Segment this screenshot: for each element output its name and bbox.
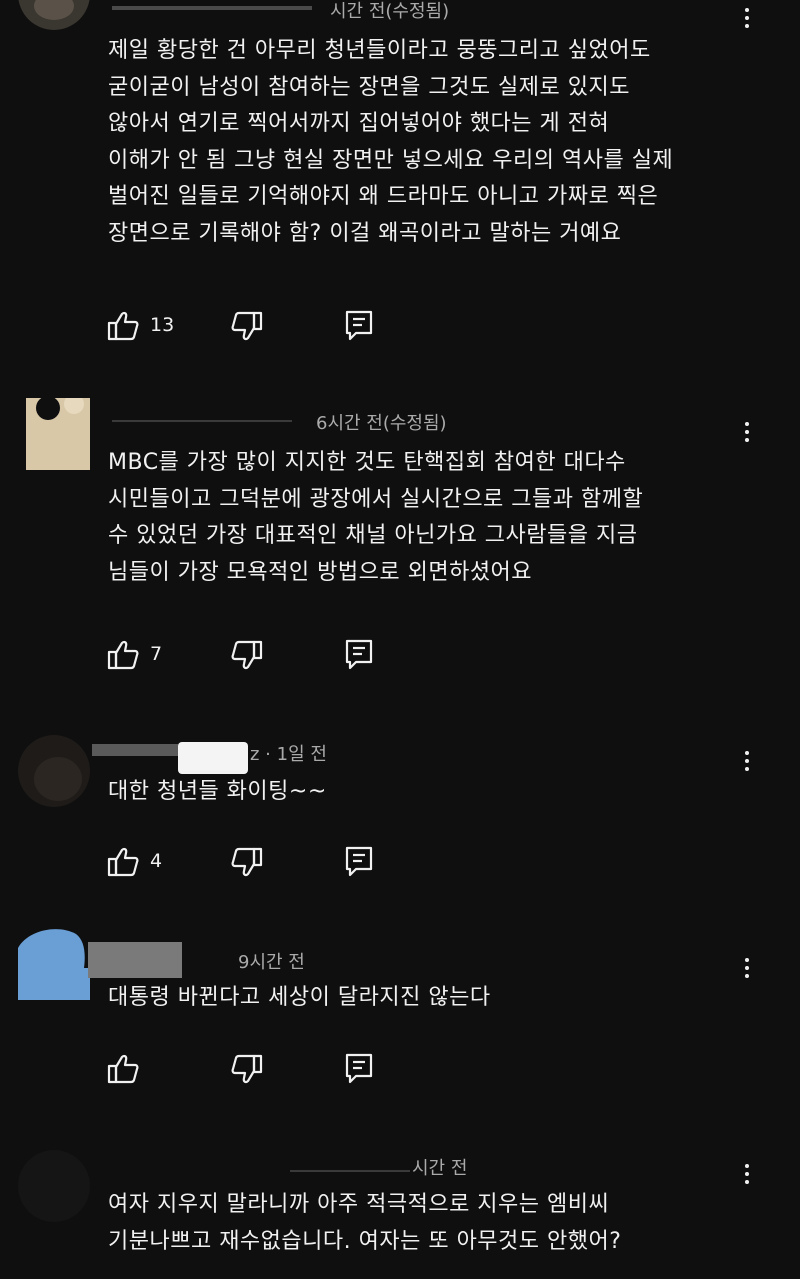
redacted-username [178,742,248,774]
comment-line: 굳이굳이 남성이 참여하는 장면을 그것도 실제로 있지도 [108,74,630,100]
more-vert-icon [745,1164,749,1168]
thumbs-up-icon [107,640,139,670]
comment-line: 이해가 안 됨 그냥 현실 장면만 넣으세요 우리의 역사를 실제 [108,147,674,173]
dislike-button[interactable] [230,1052,264,1086]
comment-line: 않아서 연기로 찍어서까지 집어넣어야 했다는 게 전혀 [108,111,610,136]
comment-line: 여자 지우지 말라니까 아주 적극적으로 지우는 엠비씨 [108,1192,610,1217]
comment-actions [106,1052,406,1086]
like-button[interactable] [106,638,140,672]
reply-icon [345,310,373,341]
redacted-username [88,942,182,978]
comment-text: 대한 청년들 화이팅~~ [108,774,758,811]
like-button[interactable] [106,309,140,343]
dislike-button[interactable] [230,309,264,343]
thumbs-up-icon [107,311,139,341]
comment-line: MBC를 가장 많이 지지한 것도 탄핵집회 참여한 대다수 [108,450,626,475]
reply-icon [345,639,373,670]
comment-text: 여자 지우지 말라니까 아주 적극적으로 지우는 엠비씨 기분나쁘고 재수없습니… [108,1187,758,1260]
comment-text: 제일 황당한 건 아무리 청년들이라고 뭉뚱그리고 싶었어도 굳이굳이 남성이 … [108,33,758,252]
thumbs-up-icon [107,1054,139,1084]
avatar[interactable] [18,398,90,470]
more-options-button[interactable] [734,1,760,35]
thumbs-up-icon [107,847,139,877]
dislike-button[interactable] [230,638,264,672]
more-options-button[interactable] [734,744,760,778]
comment-line: 대통령 바뀐다고 세상이 달라지진 않는다 [108,985,491,1010]
thumbs-down-icon [231,311,263,341]
more-options-button[interactable] [734,1157,760,1191]
reply-icon [345,1053,373,1084]
comment-line: 대한 청년들 화이팅~~ [108,779,327,804]
comment-line: 장면으로 기록해야 함? 이걸 왜곡이라고 말하는 거예요 [108,220,622,246]
comment-actions: 7 [106,638,406,672]
more-vert-icon [745,422,749,426]
reply-button[interactable] [344,309,374,343]
reply-button[interactable] [344,1052,374,1086]
comment-timestamp: 6시간 전(수정됨) [316,413,447,434]
more-options-button[interactable] [734,415,760,449]
comment-timestamp: 시간 전(수정됨) [330,1,450,22]
like-count: 4 [150,850,163,872]
comment-actions: 4 [106,845,406,879]
dislike-button[interactable] [230,845,264,879]
reply-icon [345,846,373,877]
comment-actions: 13 [106,309,406,343]
redacted-username [290,1170,410,1172]
comment-timestamp: 시간 전 [412,1158,468,1179]
reply-button[interactable] [344,845,374,879]
redacted-username [92,744,178,756]
thumbs-down-icon [231,1054,263,1084]
more-vert-icon [745,958,749,962]
redacted-username [112,6,312,10]
comment-line: 시민들이고 그덕분에 광장에서 실시간으로 그들과 함께할 [108,486,644,512]
redacted-username [112,420,292,422]
avatar[interactable] [18,928,90,1000]
comment-line: 님들이 가장 모욕적인 방법으로 외면하셨어요 [108,559,533,585]
like-count: 7 [150,643,163,665]
like-count: 13 [150,314,175,336]
avatar[interactable] [18,1150,90,1222]
avatar[interactable] [18,735,90,807]
like-button[interactable] [106,1052,140,1086]
thumbs-down-icon [231,640,263,670]
like-button[interactable] [106,845,140,879]
thumbs-down-icon [231,847,263,877]
comment-line: 벌어진 일들로 기억해야지 왜 드라마도 아니고 가짜로 찍은 [108,184,659,209]
comment-line: 제일 황당한 건 아무리 청년들이라고 뭉뚱그리고 싶었어도 [108,38,651,63]
comment-line: 기분나쁘고 재수없습니다. 여자는 또 아무것도 안했어? [108,1228,622,1254]
comment-text: MBC를 가장 많이 지지한 것도 탄핵집회 참여한 대다수 시민들이고 그덕분… [108,445,758,591]
comment-timestamp: z · 1일 전 [250,744,327,765]
avatar[interactable] [18,0,90,30]
comment-text: 대통령 바뀐다고 세상이 달라지진 않는다 [108,980,758,1017]
comment-line: 수 있었던 가장 대표적인 채널 아닌가요 그사람들을 지금 [108,523,638,548]
reply-button[interactable] [344,638,374,672]
more-vert-icon [745,8,749,12]
comment-timestamp: 9시간 전 [238,952,305,973]
more-vert-icon [745,751,749,755]
